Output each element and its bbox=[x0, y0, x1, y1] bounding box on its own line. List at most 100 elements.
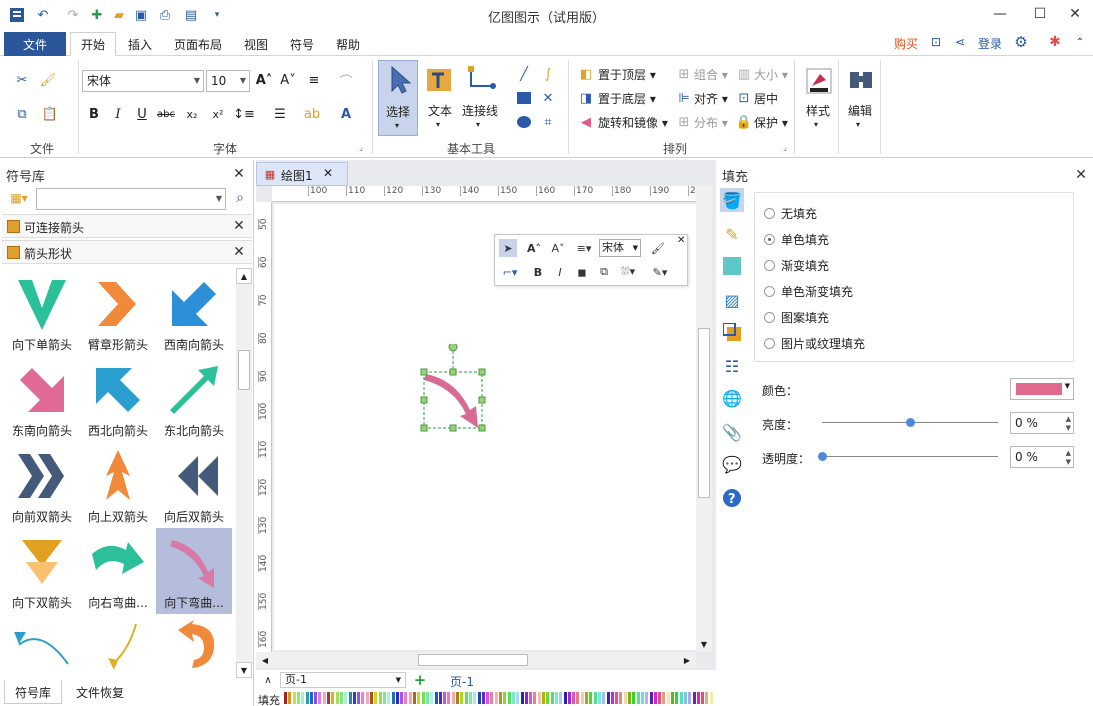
radio-indicator[interactable] bbox=[764, 260, 775, 271]
group-icon[interactable]: ⊞ bbox=[674, 64, 694, 84]
color-swatch[interactable] bbox=[683, 692, 687, 704]
shrink-font-icon[interactable]: A˅ bbox=[278, 70, 298, 90]
subscript-icon[interactable]: x₂ bbox=[182, 104, 202, 124]
radio-indicator[interactable] bbox=[764, 312, 775, 323]
maximize-button[interactable]: ☐ bbox=[1025, 3, 1055, 25]
mini-shadow-icon[interactable]: ⧉ bbox=[595, 263, 613, 281]
color-swatch[interactable] bbox=[481, 692, 485, 704]
color-swatch[interactable] bbox=[503, 692, 507, 704]
color-swatch[interactable] bbox=[348, 692, 352, 704]
scroll-left-icon[interactable]: ◀ bbox=[258, 652, 272, 668]
shape-northwest-arrow[interactable]: 西北向箭头 bbox=[80, 356, 156, 442]
color-swatch[interactable] bbox=[645, 692, 649, 704]
radio-solid-fill[interactable]: 单色填充 bbox=[764, 231, 829, 249]
color-swatch[interactable] bbox=[494, 692, 498, 704]
mini-shrink-font-icon[interactable]: A˅ bbox=[549, 239, 567, 257]
color-swatch[interactable] bbox=[606, 692, 610, 704]
copy-icon[interactable]: ⧉ bbox=[12, 104, 32, 124]
color-swatch[interactable] bbox=[623, 692, 627, 704]
color-swatch[interactable] bbox=[671, 692, 674, 704]
shape-curved-line-arrow-partial[interactable] bbox=[80, 614, 156, 670]
color-swatch[interactable] bbox=[516, 692, 520, 704]
connection-point-icon[interactable]: ✕ bbox=[538, 88, 558, 108]
library-scrollbar[interactable]: ▲ ▼ bbox=[236, 268, 252, 678]
radio-picture-fill[interactable]: 图片或纹理填充 bbox=[764, 335, 865, 353]
color-swatch[interactable] bbox=[640, 692, 644, 704]
center-icon[interactable]: ⊡ bbox=[734, 88, 754, 108]
color-swatch[interactable] bbox=[610, 692, 614, 704]
color-swatch[interactable] bbox=[550, 692, 554, 704]
color-swatch[interactable] bbox=[318, 692, 322, 704]
color-swatch[interactable] bbox=[417, 692, 421, 704]
category-connectable-arrows[interactable]: 可连接箭头 ✕ bbox=[2, 214, 252, 238]
feedback-icon[interactable]: ⊡ bbox=[928, 34, 944, 50]
shape-forward-double-arrow[interactable]: 向前双箭头 bbox=[4, 442, 80, 528]
color-swatch[interactable] bbox=[322, 692, 326, 704]
distribute-icon[interactable]: ⊞ bbox=[674, 112, 694, 132]
mini-connector-icon[interactable]: ⌐▾ bbox=[501, 263, 519, 281]
shape-southwest-arrow[interactable]: 西南向箭头 bbox=[156, 270, 232, 356]
color-picker[interactable]: ▼ bbox=[1010, 378, 1074, 400]
align-text-icon[interactable]: ≡ bbox=[304, 70, 324, 90]
color-swatch[interactable] bbox=[460, 692, 464, 704]
scroll-down-icon[interactable]: ▼ bbox=[236, 662, 252, 678]
tab-page-layout[interactable]: 页面布局 bbox=[164, 32, 232, 56]
superscript-icon[interactable]: x² bbox=[208, 104, 228, 124]
font-dialog-launcher-icon[interactable]: ⌟ bbox=[356, 142, 366, 152]
color-swatch[interactable] bbox=[636, 692, 640, 704]
scroll-thumb[interactable] bbox=[238, 350, 250, 390]
color-swatch[interactable] bbox=[288, 692, 292, 704]
color-swatch[interactable] bbox=[314, 692, 318, 704]
transparency-input[interactable]: 0 % ▲ ▼ bbox=[1010, 446, 1074, 468]
scroll-up-icon[interactable]: ▲ bbox=[236, 268, 252, 284]
close-category-icon[interactable]: ✕ bbox=[232, 245, 246, 259]
color-swatch[interactable] bbox=[533, 692, 537, 704]
font-name-select[interactable]: 宋体 ▼ bbox=[82, 70, 204, 92]
arrange-dialog-launcher-icon[interactable]: ⌟ bbox=[780, 142, 790, 152]
text-tool-button[interactable]: 文本 ▾ bbox=[420, 60, 460, 136]
tab-view[interactable]: 视图 bbox=[234, 32, 278, 56]
color-swatch[interactable] bbox=[597, 692, 601, 704]
color-swatch[interactable] bbox=[473, 692, 477, 704]
color-swatch[interactable] bbox=[404, 692, 408, 704]
document-tab[interactable]: ▦ 绘图1 ✕ bbox=[256, 162, 348, 186]
close-fill-panel-icon[interactable]: ✕ bbox=[1074, 168, 1088, 182]
color-swatch[interactable] bbox=[284, 692, 287, 704]
color-swatch[interactable] bbox=[490, 692, 494, 704]
crop-tool-icon[interactable]: ⌗ bbox=[538, 112, 558, 132]
color-swatch[interactable] bbox=[563, 692, 567, 704]
buy-link[interactable]: 购买 bbox=[894, 35, 918, 52]
radio-indicator[interactable] bbox=[764, 338, 775, 349]
mini-align-icon[interactable]: ≡▾ bbox=[575, 239, 593, 257]
mini-format-painter-icon[interactable]: 🖌 bbox=[649, 239, 667, 257]
format-painter-icon[interactable]: 🖌 bbox=[38, 70, 58, 90]
rotate-mirror-button[interactable]: 旋转和镜像 ▾ bbox=[598, 114, 668, 131]
mini-italic-icon[interactable]: I bbox=[551, 263, 569, 281]
color-swatch[interactable] bbox=[296, 692, 300, 704]
settings-gear-icon[interactable]: ⚙ bbox=[1012, 33, 1030, 51]
color-swatch[interactable] bbox=[331, 692, 335, 704]
color-swatch[interactable] bbox=[602, 692, 606, 704]
color-swatch[interactable] bbox=[344, 692, 348, 704]
shape-northeast-arrow[interactable]: 东北向箭头 bbox=[156, 356, 232, 442]
color-swatch[interactable] bbox=[662, 692, 666, 704]
page-tab[interactable]: 页-1 bbox=[450, 673, 474, 690]
shape-backward-double-arrow[interactable]: 向后双箭头 bbox=[156, 442, 232, 528]
swatch-strip[interactable] bbox=[284, 690, 714, 706]
color-swatch[interactable] bbox=[395, 692, 399, 704]
color-swatch[interactable] bbox=[554, 692, 558, 704]
color-swatch[interactable] bbox=[365, 692, 369, 704]
color-swatch[interactable] bbox=[378, 692, 382, 704]
color-swatch[interactable] bbox=[589, 692, 593, 704]
shape-right-curved-arrow[interactable]: 向右弯曲... bbox=[80, 528, 156, 614]
tab-home[interactable]: 开始 bbox=[70, 32, 117, 56]
mini-select-icon[interactable]: ➤ bbox=[499, 239, 517, 257]
color-swatch[interactable] bbox=[705, 692, 709, 704]
scroll-right-icon[interactable]: ▶ bbox=[680, 652, 694, 668]
connector-tool-button[interactable]: 连接线 ▾ bbox=[460, 60, 500, 136]
color-swatch[interactable] bbox=[499, 692, 502, 704]
align-button[interactable]: 对齐 ▾ bbox=[694, 90, 728, 107]
radio-indicator[interactable] bbox=[764, 234, 775, 245]
color-swatch[interactable] bbox=[542, 692, 545, 704]
shape-chevron-arrow[interactable]: 臂章形箭头 bbox=[80, 270, 156, 356]
